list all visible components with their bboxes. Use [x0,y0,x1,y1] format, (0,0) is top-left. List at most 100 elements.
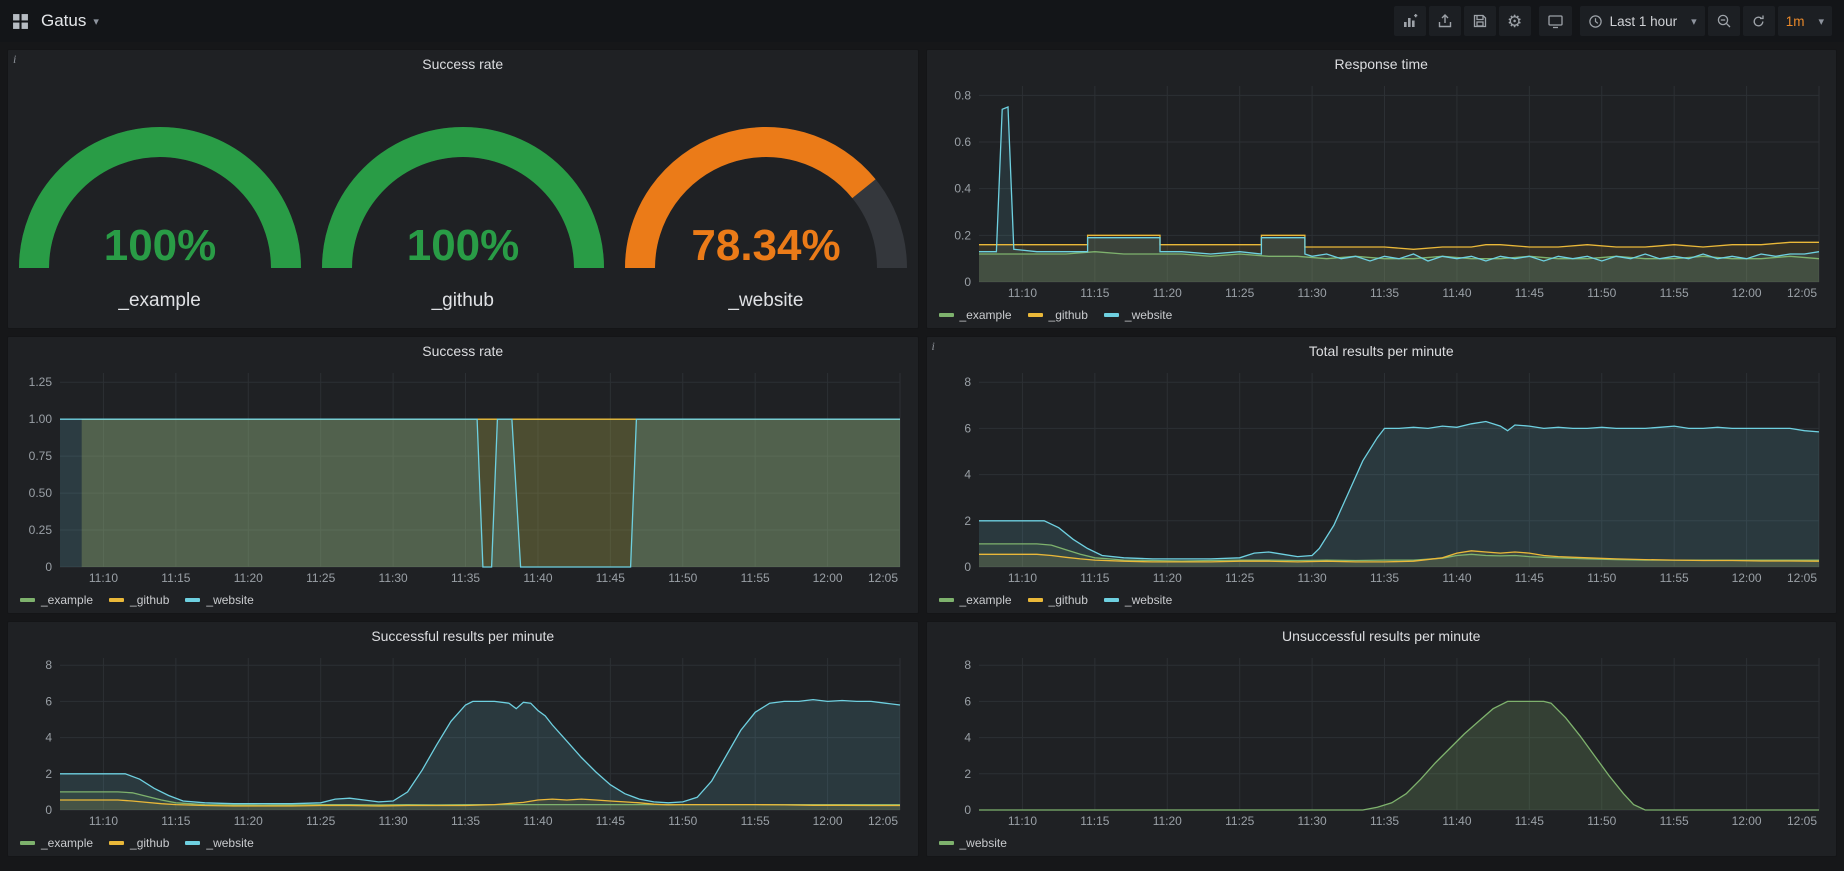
legend-item-website[interactable]: _website [1104,593,1172,607]
total-results-per-minute-chart[interactable]: 0246811:1011:1511:2011:2511:3011:3511:40… [933,365,1831,587]
legend-item-example[interactable]: _example [939,593,1012,607]
panel-title[interactable]: Unsuccessful results per minute [927,622,1837,650]
chart-svg: 0246811:1011:1511:2011:2511:3011:3511:40… [933,365,1831,587]
legend-item-github[interactable]: _github [1028,308,1088,322]
x-tick-label: 11:35 [1369,286,1398,300]
y-tick-label: 0.4 [954,182,971,196]
dashboard-title[interactable]: Gatus [41,11,86,31]
x-tick-label: 11:30 [1297,814,1326,828]
legend-swatch [20,841,35,845]
zoom-out-button[interactable] [1708,6,1740,36]
x-tick-label: 11:55 [1659,286,1688,300]
x-tick-label: 11:50 [1587,814,1616,828]
y-tick-label: 2 [964,514,971,528]
x-tick-label: 12:00 [1731,814,1761,828]
x-tick-label: 12:05 [1786,814,1816,828]
panel-title[interactable]: Total results per minute [927,337,1837,365]
legend-item-github[interactable]: _github [109,836,169,850]
y-tick-label: 6 [964,421,971,435]
save-dashboard-button[interactable] [1464,6,1496,36]
cycle-view-mode-button[interactable] [1539,6,1572,36]
navbar-actions: ⚙ Last 1 hour ▾ [1394,6,1832,36]
y-tick-label: 2 [45,767,52,781]
legend-item-github[interactable]: _github [1028,593,1088,607]
refresh-button[interactable] [1743,6,1775,36]
add-panel-button[interactable] [1394,6,1426,36]
dashboard-settings-button[interactable]: ⚙ [1499,6,1531,36]
y-tick-label: 0 [45,560,52,574]
gauge-website: 78.34% _website [616,78,916,312]
y-tick-label: 0 [964,560,971,574]
x-tick-label: 11:10 [1007,814,1036,828]
gauge-value: 78.34% [691,221,840,270]
successful-results-per-minute-chart[interactable]: 0246811:1011:1511:2011:2511:3011:3511:40… [14,650,912,830]
gauge-arc: 100% [313,78,613,290]
x-tick-label: 11:55 [1659,571,1688,585]
series-area-website [979,701,1819,810]
panel-unsuccessful-results-per-minute-5: Unsuccessful results per minute0246811:1… [926,621,1838,857]
x-tick-label: 11:45 [596,814,625,828]
gauge-label: _github [432,290,494,312]
x-tick-label: 11:30 [1297,571,1326,585]
panel-info-icon[interactable]: i [13,52,16,67]
x-tick-label: 11:20 [1152,286,1181,300]
gauge-arc: 100% [10,78,310,290]
legend-item-example[interactable]: _example [20,836,93,850]
navbar-left: Gatus ▾ [12,11,99,31]
x-tick-label: 11:25 [306,571,335,585]
legend-item-website[interactable]: _website [939,836,1007,850]
legend: _example _github _website [20,592,254,608]
x-tick-label: 11:45 [596,571,625,585]
panel-successful-results-per-minute-4: Successful results per minute0246811:101… [7,621,919,857]
share-dashboard-button[interactable] [1429,6,1461,36]
x-tick-label: 11:40 [523,571,552,585]
x-tick-label: 12:05 [868,814,898,828]
apps-grid-icon[interactable] [12,13,29,30]
y-tick-label: 6 [45,694,52,708]
unsuccessful-results-per-minute-chart[interactable]: 0246811:1011:1511:2011:2511:3011:3511:40… [933,650,1831,830]
panel-title[interactable]: Successful results per minute [8,622,918,650]
x-tick-label: 12:00 [813,814,843,828]
legend-swatch [20,598,35,602]
add-panel-icon [1402,13,1418,29]
x-tick-label: 11:45 [1514,814,1543,828]
response-time-chart[interactable]: 00.20.40.60.811:1011:1511:2011:2511:3011… [933,78,1831,302]
x-tick-label: 11:45 [1514,286,1543,300]
time-range-label: Last 1 hour [1610,14,1678,29]
legend-swatch [109,598,124,602]
legend-item-website[interactable]: _website [185,593,253,607]
x-tick-label: 11:10 [1007,286,1036,300]
y-tick-label: 0.2 [954,228,971,242]
gear-icon: ⚙ [1507,13,1522,30]
x-tick-label: 11:30 [379,814,408,828]
panel-info-icon[interactable]: i [932,339,935,354]
legend-item-website[interactable]: _website [185,836,253,850]
legend-item-github[interactable]: _github [109,593,169,607]
x-tick-label: 11:20 [234,571,263,585]
y-tick-label: 0.8 [954,88,971,102]
chart-svg: 00.250.500.751.001.2511:1011:1511:2011:2… [14,365,912,587]
panel-success-rate-0: iSuccess rate100%_example100%_github78.3… [7,49,919,329]
x-tick-label: 11:25 [306,814,335,828]
gauges-row: 100%_example100%_github78.34%_website [8,78,918,328]
panel-title[interactable]: Success rate [8,50,918,78]
legend-item-website[interactable]: _website [1104,308,1172,322]
legend-series-name: _github [130,593,169,607]
x-tick-label: 11:40 [1442,571,1471,585]
x-tick-label: 11:25 [1225,814,1254,828]
legend: _example _github _website [939,307,1173,323]
time-range-picker[interactable]: Last 1 hour ▾ [1580,6,1705,36]
legend-series-name: _website [206,593,253,607]
panel-title[interactable]: Success rate [8,337,918,365]
x-tick-label: 11:35 [1369,814,1398,828]
panel-title[interactable]: Response time [927,50,1837,78]
refresh-interval-picker[interactable]: 1m ▾ [1778,6,1832,36]
gauge-label: _website [728,290,803,312]
legend-item-example[interactable]: _example [20,593,93,607]
x-tick-label: 11:35 [1369,571,1398,585]
y-tick-label: 0.50 [29,486,53,500]
success-rate-chart[interactable]: 00.250.500.751.001.2511:1011:1511:2011:2… [14,365,912,587]
legend-item-example[interactable]: _example [939,308,1012,322]
y-tick-label: 4 [964,468,971,482]
x-tick-label: 11:20 [234,814,263,828]
